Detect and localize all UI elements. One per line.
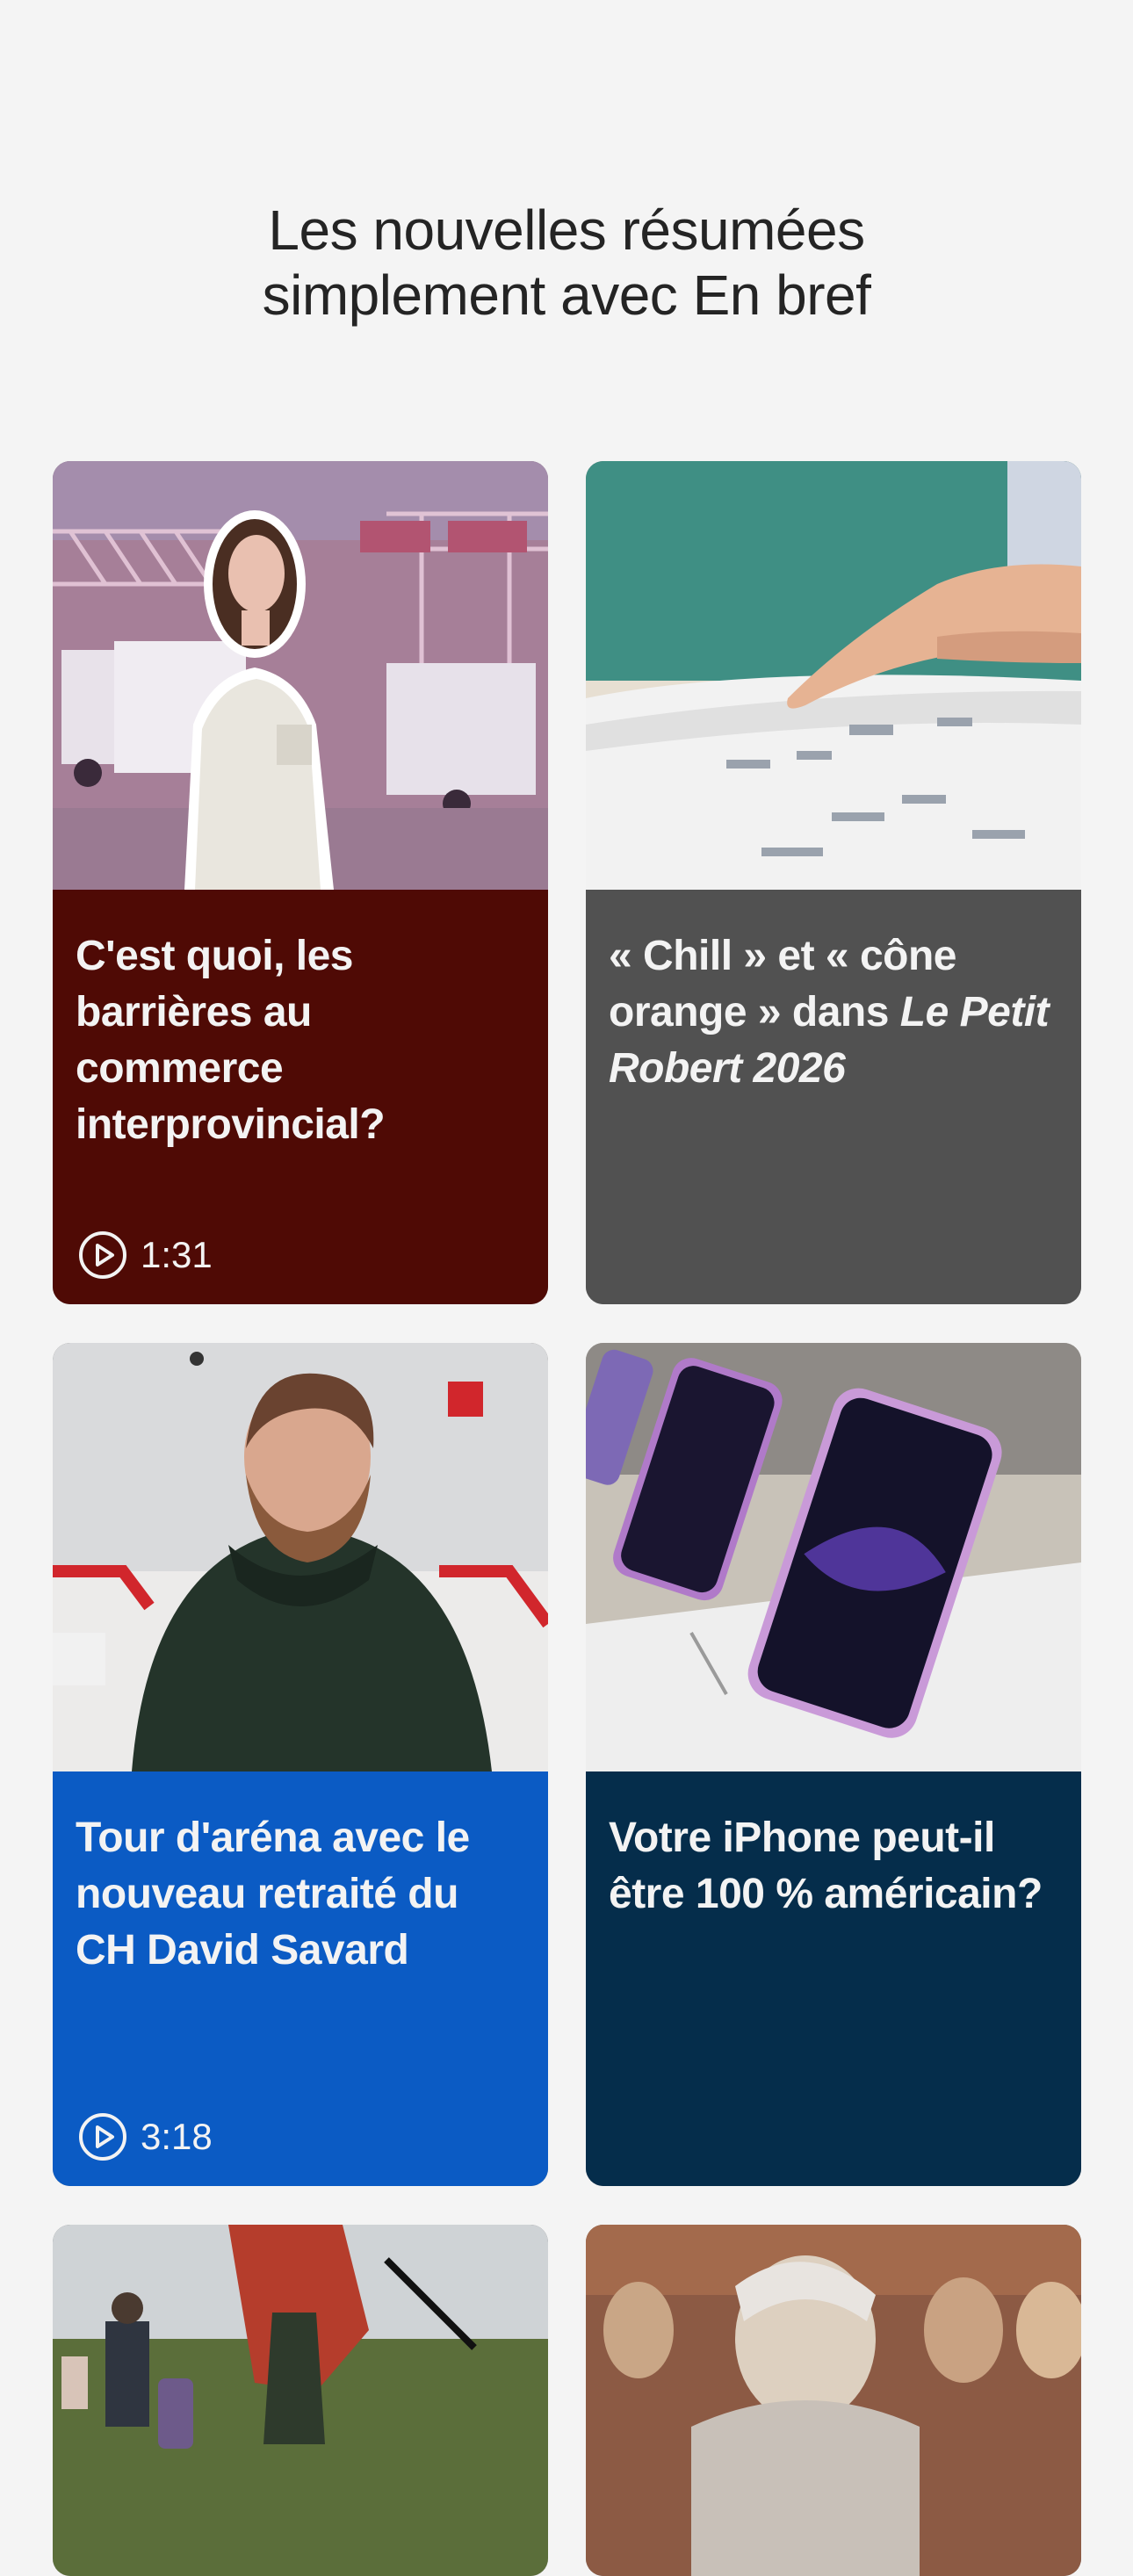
story-thumbnail — [53, 2225, 548, 2576]
page-title-line-2: simplement avec En bref — [262, 263, 871, 327]
story-card-body: C'est quoi, les barrières au commerce in… — [53, 890, 548, 1304]
story-thumbnail — [586, 2225, 1081, 2576]
story-thumbnail — [586, 1343, 1081, 1771]
story-card-interprovincial-trade[interactable]: C'est quoi, les barrières au commerce in… — [53, 461, 548, 1304]
duration-label: 3:18 — [141, 2116, 213, 2157]
play-circle-icon — [79, 1231, 126, 1279]
duration-label: 1:31 — [141, 1234, 213, 1275]
story-thumbnail — [53, 1343, 548, 1771]
story-card-body: Tour d'aréna avec le nouveau retraité du… — [53, 1771, 548, 2186]
story-title: Votre iPhone peut-il être 100 % américai… — [609, 1815, 1043, 1917]
page-title-line-1: Les nouvelles résumées — [268, 198, 865, 262]
page-title: Les nouvelles résumées simplement avec E… — [0, 198, 1133, 328]
video-duration: 1:31 — [77, 1229, 213, 1281]
story-card-body: Votre iPhone peut-il être 100 % américai… — [586, 1771, 1081, 2186]
story-title: C'est quoi, les barrières au commerce in… — [76, 933, 386, 1148]
story-card-iphone[interactable]: Votre iPhone peut-il être 100 % américai… — [586, 1343, 1081, 2186]
play-circle-icon — [79, 2113, 126, 2161]
video-duration: 3:18 — [77, 2111, 213, 2163]
story-card-petit-robert[interactable]: « Chill » et « cône orange » dans Le Pet… — [586, 461, 1081, 1304]
story-thumbnail — [586, 461, 1081, 890]
story-card-5[interactable] — [53, 2225, 548, 2576]
story-card-david-savard[interactable]: Tour d'aréna avec le nouveau retraité du… — [53, 1343, 548, 2186]
story-card-body: « Chill » et « cône orange » dans Le Pet… — [586, 890, 1081, 1304]
story-title: Tour d'aréna avec le nouveau retraité du… — [76, 1815, 470, 1973]
story-card-6[interactable] — [586, 2225, 1081, 2576]
story-thumbnail — [53, 461, 548, 890]
story-title: « Chill » et « cône orange » dans Le Pet… — [609, 928, 1060, 1097]
